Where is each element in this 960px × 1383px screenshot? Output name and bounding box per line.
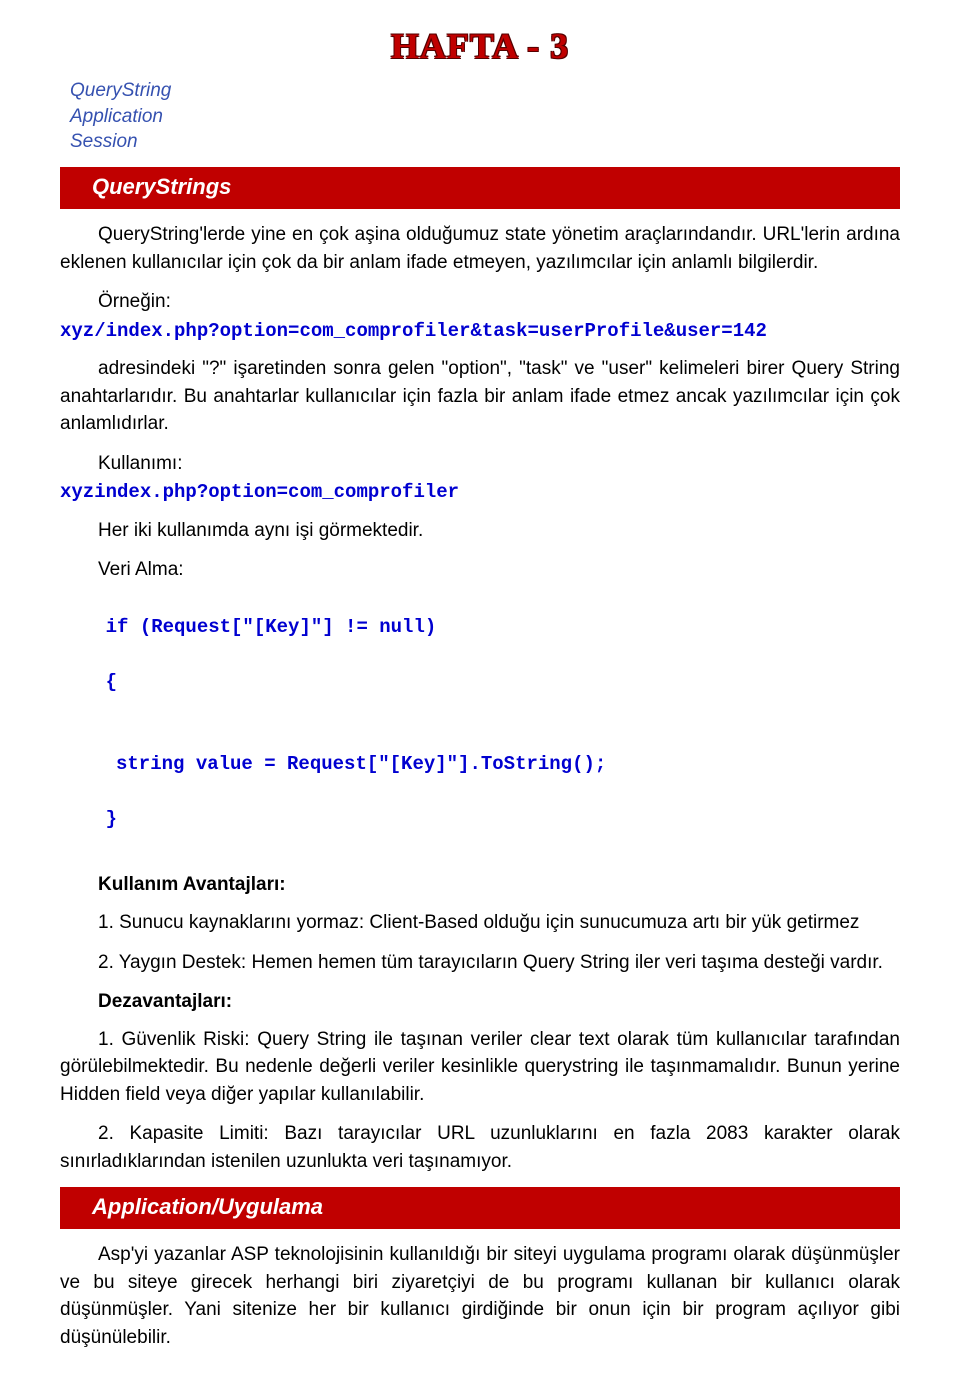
topic-list: QueryString Application Session xyxy=(70,78,900,155)
code-line: } xyxy=(106,808,117,830)
code-block: if (Request["[Key]"] != null) { string v… xyxy=(60,586,900,861)
advantage-item: 2. Yaygın Destek: Hemen hemen tüm tarayı… xyxy=(60,949,900,977)
topic-item: Session xyxy=(70,129,900,155)
page-title: HAFTA - 3 xyxy=(60,20,900,72)
advantages-heading: Kullanım Avantajları: xyxy=(60,871,900,899)
code-line: { xyxy=(106,671,117,693)
advantage-item: 1. Sunucu kaynaklarını yormaz: Client-Ba… xyxy=(60,909,900,937)
example-label: Örneğin: xyxy=(60,288,900,316)
section-heading-application: Application/Uygulama xyxy=(60,1187,900,1229)
code-line: string value = Request["[Key]"].ToString… xyxy=(60,751,900,779)
code-block: xyz/index.php?option=com_comprofiler&tas… xyxy=(60,318,900,346)
get-label: Veri Alma: xyxy=(60,556,900,584)
topic-item: QueryString xyxy=(70,78,900,104)
topic-item: Application xyxy=(70,104,900,130)
paragraph: Her iki kullanımda aynı işi görmektedir. xyxy=(60,517,900,545)
section-heading-querystrings: QueryStrings xyxy=(60,167,900,209)
disadvantage-item: 1. Güvenlik Riski: Query String ile taşı… xyxy=(60,1026,900,1109)
disadvantage-item: 2. Kapasite Limiti: Bazı tarayıcılar URL… xyxy=(60,1120,900,1175)
usage-label: Kullanımı: xyxy=(60,450,900,478)
paragraph: adresindeki "?" işaretinden sonra gelen … xyxy=(60,355,900,438)
disadvantages-heading: Dezavantajları: xyxy=(60,988,900,1016)
code-line: if (Request["[Key]"] != null) xyxy=(106,616,437,638)
paragraph: Asp'yi yazanlar ASP teknolojisinin kulla… xyxy=(60,1241,900,1351)
code-block: xyzindex.php?option=com_comprofiler xyxy=(60,479,900,507)
paragraph: QueryString'lerde yine en çok aşina oldu… xyxy=(60,221,900,276)
